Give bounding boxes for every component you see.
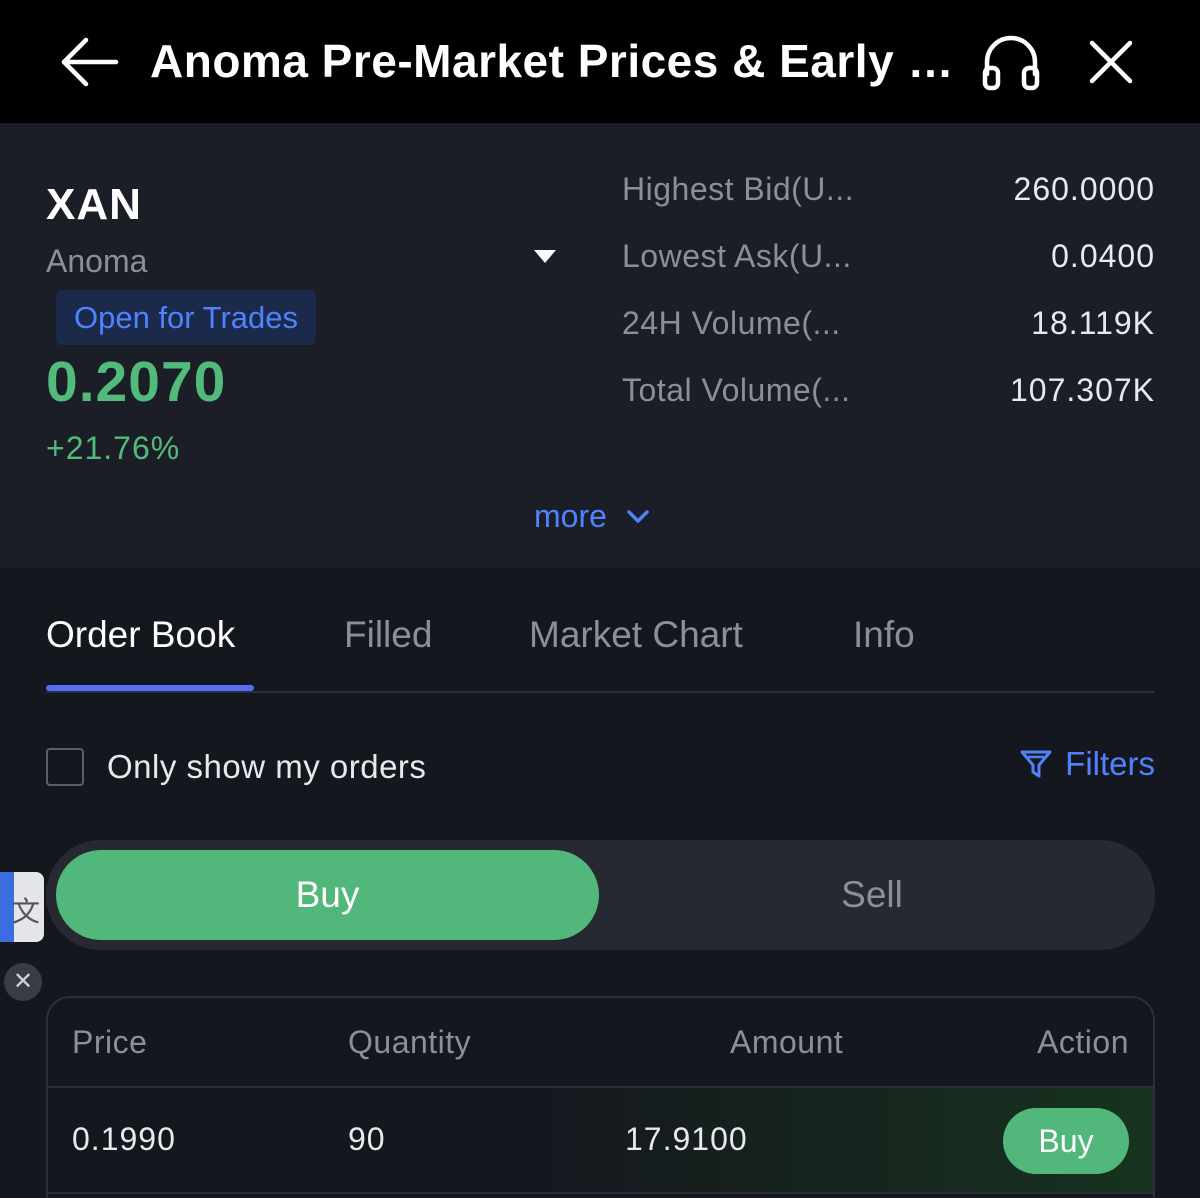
column-action: Action (1037, 1024, 1129, 1060)
translate-icon: 文 (12, 895, 41, 928)
tab-filled[interactable]: Filled (344, 614, 432, 656)
stat-24h-volume: 24H Volume(... 18.119K (622, 305, 1155, 372)
filters-label: Filters (1065, 745, 1155, 782)
stat-value: 260.0000 (1013, 171, 1155, 207)
tab-order-book[interactable]: Order Book (46, 614, 235, 656)
order-book-table: Price Quantity Amount Action 0.1990 90 1… (46, 996, 1155, 1198)
column-price: Price (72, 1024, 148, 1060)
stat-label: Highest Bid(U... (622, 171, 855, 207)
more-label: more (534, 498, 607, 534)
token-symbol: XAN (46, 180, 142, 229)
last-price: 0.2070 (46, 350, 227, 414)
close-icon (1089, 40, 1133, 84)
back-button[interactable] (58, 36, 120, 88)
stat-total-volume: Total Volume(... 107.307K (622, 372, 1155, 439)
stat-label: 24H Volume(... (622, 305, 841, 341)
filter-funnel-icon (1020, 750, 1052, 778)
order-quantity: 90 (348, 1121, 386, 1157)
stat-value: 18.119K (1031, 305, 1155, 341)
market-stats: Highest Bid(U... 260.0000 Lowest Ask(U..… (622, 171, 1155, 439)
price-change: +21.76% (46, 430, 181, 466)
order-price: 0.1990 (72, 1121, 176, 1157)
tab-info[interactable]: Info (853, 614, 915, 656)
only-my-orders-checkbox[interactable] (46, 748, 84, 786)
sell-tab-button[interactable]: Sell (599, 850, 1145, 940)
arrow-left-icon (61, 37, 119, 87)
chevron-down-icon (627, 509, 649, 523)
market-summary: XAN Anoma Open for Trades 0.2070 +21.76%… (0, 123, 1200, 568)
token-name: Anoma (46, 243, 148, 279)
more-button[interactable]: more (534, 498, 651, 535)
stat-lowest-ask: Lowest Ask(U... 0.0400 (622, 238, 1155, 305)
headphones-icon (982, 35, 1040, 91)
page-title: Anoma Pre-Market Prices & Early Trading (150, 35, 955, 87)
order-amount: 17.9100 (625, 1121, 748, 1157)
top-bar: Anoma Pre-Market Prices & Early Trading (0, 0, 1200, 123)
filters-button[interactable]: Filters (1019, 745, 1155, 783)
token-selector-dropdown[interactable] (532, 247, 558, 265)
table-row: 0.1990 90 17.9100 Buy (48, 1088, 1153, 1194)
buy-tab-button[interactable]: Buy (56, 850, 599, 940)
caret-down-icon (534, 250, 556, 263)
stat-value: 0.0400 (1051, 238, 1155, 274)
only-my-orders-label: Only show my orders (107, 748, 427, 785)
stat-value: 107.307K (1009, 372, 1155, 408)
stat-highest-bid: Highest Bid(U... 260.0000 (622, 171, 1155, 238)
status-badge: Open for Trades (56, 290, 317, 345)
order-buy-button[interactable]: Buy (1003, 1108, 1129, 1174)
close-button[interactable] (1087, 38, 1135, 86)
support-button[interactable] (980, 34, 1042, 92)
only-my-orders-toggle[interactable]: Only show my orders (46, 748, 426, 786)
translate-widget[interactable]: 文 (0, 872, 44, 942)
table-header: Price Quantity Amount Action (48, 998, 1153, 1088)
active-tab-indicator (46, 685, 254, 691)
translate-close-button[interactable]: ✕ (4, 963, 42, 1001)
column-amount: Amount (730, 1024, 844, 1060)
tab-market-chart[interactable]: Market Chart (529, 614, 743, 656)
buy-sell-toggle: Buy Sell (46, 840, 1155, 950)
column-quantity: Quantity (348, 1024, 472, 1060)
stat-label: Total Volume(... (622, 372, 851, 408)
tab-bar: Order Book Filled Market Chart Info (46, 600, 1155, 693)
stat-label: Lowest Ask(U... (622, 238, 852, 274)
